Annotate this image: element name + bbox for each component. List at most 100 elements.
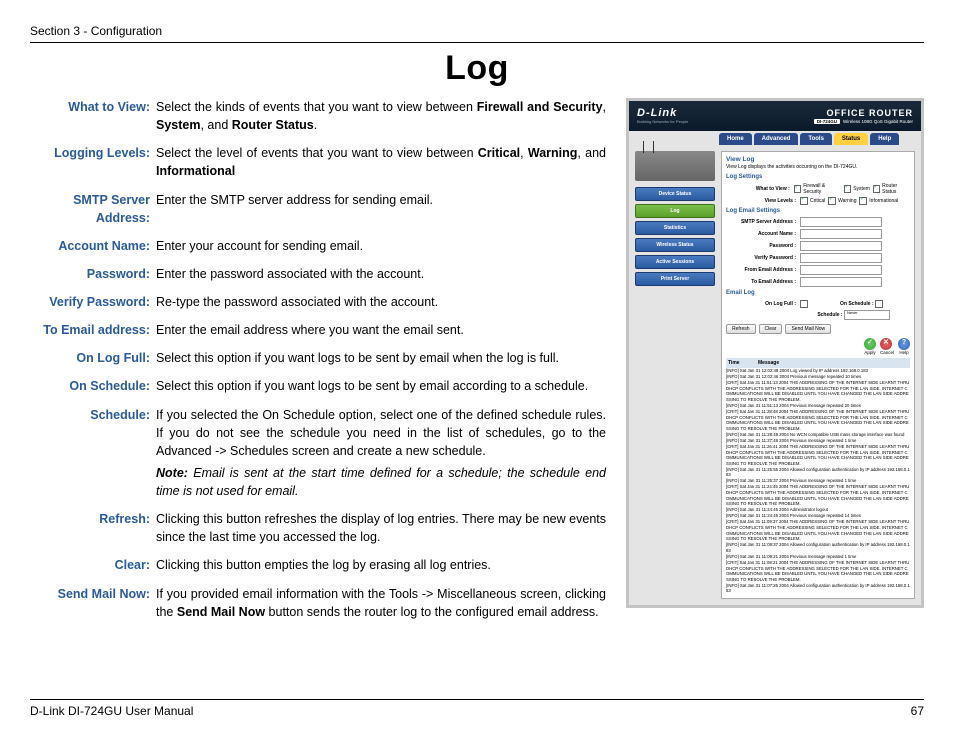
log-entry: [CRIT] Sat Jan 31 11:09:37 2004 THE ADDR… xyxy=(726,519,910,541)
tab-help[interactable]: Help xyxy=(870,133,899,145)
onsched-label: On Schedule : xyxy=(840,301,874,307)
definition-text: Clicking this button refreshes the displ… xyxy=(156,510,606,546)
password-label: Password : xyxy=(726,243,800,249)
cancel-label: Cancel xyxy=(880,350,894,355)
definition-row: Send Mail Now:If you provided email info… xyxy=(30,585,606,621)
schedule-select[interactable]: Never xyxy=(844,310,890,320)
verify-label: Verify Password : xyxy=(726,255,800,261)
log-entry: [INFO] Sat Jan 31 11:09:37 2004 Allowed … xyxy=(726,542,910,553)
log-entry: [CRIT] Sat Jan 31 11:24:45 2004 THE ADDR… xyxy=(726,484,910,506)
from-input[interactable] xyxy=(800,265,882,275)
account-input[interactable] xyxy=(800,229,882,239)
cb-router[interactable] xyxy=(873,185,880,193)
shot-header: D-Link Building Networks for People OFFI… xyxy=(629,101,921,131)
router-screenshot: D-Link Building Networks for People OFFI… xyxy=(626,98,924,699)
sidebar-print-server[interactable]: Print Server xyxy=(635,272,715,286)
clear-button[interactable]: Clear xyxy=(759,324,783,334)
cb-info-label: Informational xyxy=(869,198,898,204)
sidebar: Device Status Log Statistics Wireless Statu… xyxy=(635,151,715,599)
view-log-subtitle: View Log displays the activities occurri… xyxy=(726,164,910,170)
log-entry: [INFO] Sat Jan 31 12:02:46 2004 Previous… xyxy=(726,374,910,380)
definition-row: Refresh:Clicking this button refreshes t… xyxy=(30,510,606,546)
definition-row: Clear:Clicking this button empties the l… xyxy=(30,556,606,574)
brand-tagline: Building Networks for People xyxy=(637,120,688,125)
cb-info[interactable] xyxy=(859,197,867,205)
log-header-message: Message xyxy=(758,360,908,366)
from-label: From Email Address : xyxy=(726,267,800,273)
definition-row: SMTP Server Address:Enter the SMTP serve… xyxy=(30,191,606,227)
cb-onfull[interactable] xyxy=(800,300,808,308)
log-entry: [INFO] Sat Jan 31 11:28:48 2004 No WCN c… xyxy=(726,432,910,438)
log-entry: [INFO] Sat Jan 31 12:02:48 2004 Log view… xyxy=(726,368,910,374)
to-label: To Email Address : xyxy=(726,279,800,285)
sidebar-wireless-status[interactable]: Wireless Status xyxy=(635,238,715,252)
log-entry: [CRIT] Sat Jan 31 11:51:13 2004 THE ADDR… xyxy=(726,380,910,402)
cb-warning[interactable] xyxy=(828,197,836,205)
cb-system[interactable] xyxy=(844,185,851,193)
definition-row: Account Name:Enter your account for send… xyxy=(30,237,606,255)
section-email-settings: Log Email Settings xyxy=(726,208,910,215)
model-code: DI-724GU xyxy=(814,119,840,124)
definition-label: Schedule: xyxy=(30,406,156,501)
log-entry: [INFO] Sat Jan 31 11:24:45 2004 Administ… xyxy=(726,507,910,513)
definition-row: On Schedule:Select this option if you wa… xyxy=(30,377,606,395)
product-line: OFFICE ROUTER xyxy=(814,108,913,119)
definition-text: Enter the SMTP server address for sendin… xyxy=(156,191,606,227)
definition-label: On Log Full: xyxy=(30,349,156,367)
definition-row: What to View:Select the kinds of events … xyxy=(30,98,606,134)
sidebar-statistics[interactable]: Statistics xyxy=(635,221,715,235)
definition-text: Clicking this button empties the log by … xyxy=(156,556,606,574)
definitions-list: What to View:Select the kinds of events … xyxy=(30,98,606,699)
definition-row: Password:Enter the password associated w… xyxy=(30,265,606,283)
definition-row: To Email address:Enter the email address… xyxy=(30,321,606,339)
footer-manual-title: D-Link DI-724GU User Manual xyxy=(30,704,193,718)
view-log-title: View Log xyxy=(726,156,910,164)
sidebar-log[interactable]: Log xyxy=(635,204,715,218)
view-levels-label: View Levels : xyxy=(726,198,800,204)
log-entry: [INFO] Sat Jan 31 11:07:26 2004 Allowed … xyxy=(726,583,910,594)
definition-text: Select this option if you want logs to b… xyxy=(156,377,606,395)
cb-critical-label: Critical xyxy=(810,198,825,204)
cancel-icon[interactable]: ✕ xyxy=(880,338,892,350)
apply-icon[interactable]: ✓ xyxy=(864,338,876,350)
sidebar-active-sessions[interactable]: Active Sessions xyxy=(635,255,715,269)
definition-text: Enter your account for sending email. xyxy=(156,237,606,255)
cb-firewall-label: Firewall & Security xyxy=(803,183,841,195)
cb-critical[interactable] xyxy=(800,197,808,205)
password-input[interactable] xyxy=(800,241,882,251)
sidebar-device-status[interactable]: Device Status xyxy=(635,187,715,201)
definition-text: Enter the password associated with the a… xyxy=(156,265,606,283)
definition-text: Select the kinds of events that you want… xyxy=(156,98,606,134)
schedule-label: Schedule : xyxy=(817,312,842,318)
definition-label: On Schedule: xyxy=(30,377,156,395)
smtp-input[interactable] xyxy=(800,217,882,227)
log-entry: [INFO] Sat Jan 31 11:24:45 2004 Previous… xyxy=(726,513,910,519)
definition-label: Verify Password: xyxy=(30,293,156,311)
account-label: Account Name : xyxy=(726,231,800,237)
tab-tools[interactable]: Tools xyxy=(800,133,832,145)
cb-onsched[interactable] xyxy=(875,300,883,308)
help-icon[interactable]: ? xyxy=(898,338,910,350)
main-panel: View Log View Log displays the activitie… xyxy=(721,151,915,599)
section-log-settings: Log Settings xyxy=(726,174,910,181)
send-mail-button[interactable]: Send Mail Now xyxy=(785,324,831,334)
cb-firewall[interactable] xyxy=(794,185,801,193)
tab-advanced[interactable]: Advanced xyxy=(754,133,799,145)
definition-row: Verify Password:Re-type the password ass… xyxy=(30,293,606,311)
definition-text: Select this option if you want logs to b… xyxy=(156,349,606,367)
definition-label: Password: xyxy=(30,265,156,283)
log-entry: [CRIT] Sat Jan 31 11:08:21 2004 THE ADDR… xyxy=(726,560,910,582)
verify-input[interactable] xyxy=(800,253,882,263)
definition-text: If you selected the On Schedule option, … xyxy=(156,406,606,501)
definition-label: Logging Levels: xyxy=(30,144,156,180)
cb-router-label: Router Status xyxy=(882,183,910,195)
definition-label: Refresh: xyxy=(30,510,156,546)
tab-home[interactable]: Home xyxy=(719,133,752,145)
refresh-button[interactable]: Refresh xyxy=(726,324,756,334)
definition-label: What to View: xyxy=(30,98,156,134)
to-input[interactable] xyxy=(800,277,882,287)
definition-label: Clear: xyxy=(30,556,156,574)
what-to-view-label: What to View : xyxy=(726,186,794,192)
tab-status[interactable]: Status xyxy=(834,133,868,145)
definition-label: To Email address: xyxy=(30,321,156,339)
